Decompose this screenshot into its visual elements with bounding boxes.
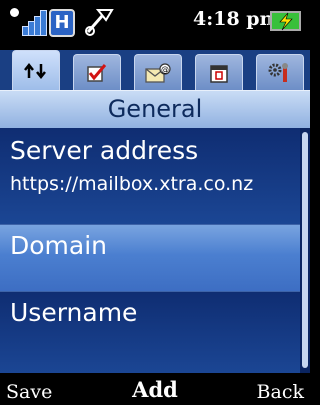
sync-icon <box>85 9 114 36</box>
scrollbar[interactable] <box>300 128 310 373</box>
tab-settings[interactable] <box>256 54 304 90</box>
signal-icon <box>10 6 47 40</box>
tab-bar: @ <box>0 50 310 90</box>
list-item-domain[interactable]: Domain <box>0 225 300 292</box>
svg-text:@: @ <box>161 65 169 74</box>
settings-icon <box>268 62 288 82</box>
back-softkey[interactable]: Back <box>257 381 304 403</box>
item-value: https://mailbox.xtra.co.nz <box>10 173 254 195</box>
tab-email[interactable]: @ <box>134 54 182 90</box>
clock: 4:18 pm <box>193 8 280 30</box>
checkbox-icon <box>87 63 107 82</box>
item-label: Username <box>10 298 138 327</box>
scrollbar-thumb[interactable] <box>302 132 308 368</box>
page-title: General <box>0 90 310 129</box>
tab-tasks[interactable] <box>73 54 121 90</box>
tab-calendar[interactable] <box>195 54 243 90</box>
tab-connection[interactable] <box>12 50 60 90</box>
list-item-server-address[interactable]: Server address https://mailbox.xtra.co.n… <box>0 128 300 225</box>
item-label: Domain <box>10 231 108 260</box>
sync-arrows-icon <box>24 62 46 79</box>
list-item-username[interactable]: Username <box>0 292 300 373</box>
hsdpa-icon: H <box>49 9 75 37</box>
calendar-icon <box>210 64 228 83</box>
status-bar: H 4:18 pm <box>0 0 310 50</box>
email-icon: @ <box>145 62 171 83</box>
settings-list: Server address https://mailbox.xtra.co.n… <box>0 128 300 373</box>
battery-charging-icon <box>268 11 301 31</box>
item-label: Server address <box>10 136 199 165</box>
softkey-bar: Save Add Back <box>0 373 310 405</box>
